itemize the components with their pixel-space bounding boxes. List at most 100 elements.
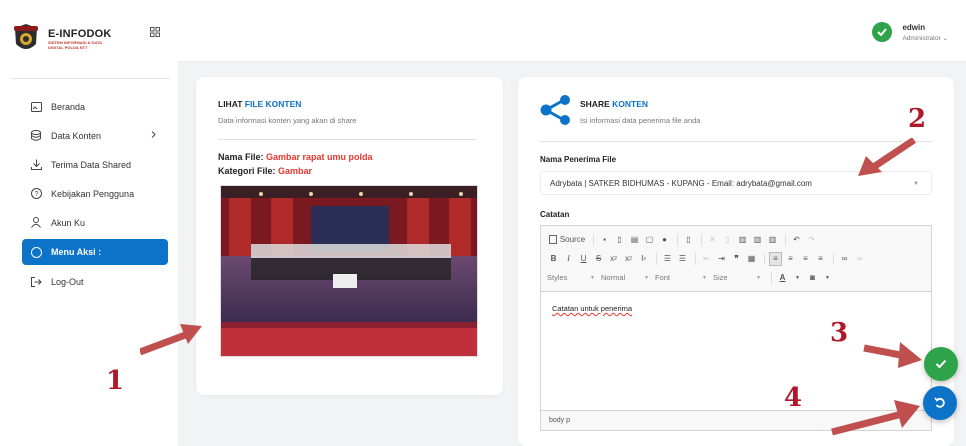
template-icon[interactable]: ▤	[628, 233, 641, 247]
underline-button[interactable]: U	[577, 252, 590, 266]
styles-dropdown[interactable]: Styles ▼	[547, 271, 595, 284]
source-button[interactable]: Source	[547, 233, 587, 247]
numbered-list-icon[interactable]: ☰	[661, 252, 674, 266]
document-icon[interactable]: ▯	[682, 233, 695, 247]
sidebar-item-label: Terima Data Shared	[51, 159, 132, 170]
outdent-icon[interactable]: ⇤	[700, 252, 713, 266]
superscript-button[interactable]: x2	[622, 252, 635, 266]
blockquote-icon[interactable]: ❞	[730, 252, 743, 266]
svg-text:?: ?	[34, 191, 38, 198]
file-preview-image	[220, 185, 478, 357]
font-dropdown[interactable]: Font ▼	[655, 271, 707, 284]
submit-check-button[interactable]	[924, 347, 958, 381]
sidebar-item-label: Log-Out	[51, 276, 84, 287]
sidebar-item-menu-aksi[interactable]: Menu Aksi :	[22, 239, 168, 265]
brand-title: E-INFODOK	[48, 28, 112, 40]
annotation-arrow-3	[863, 342, 922, 368]
sidebar-item-terima-data[interactable]: Terima Data Shared	[22, 150, 168, 179]
card-title: SHARE KONTEN	[580, 99, 649, 109]
chevron-down-icon: ▼	[913, 181, 919, 187]
sidebar-item-label: Kebijakan Pengguna	[51, 188, 135, 199]
paste-word-icon[interactable]: ▥	[766, 233, 779, 247]
sidebar-item-logout[interactable]: Log-Out	[22, 267, 168, 296]
sidebar-item-data-konten[interactable]: Data Konten	[22, 121, 168, 150]
text-color-icon[interactable]: A	[776, 271, 789, 285]
back-undo-button[interactable]	[923, 386, 957, 420]
format-dropdown[interactable]: Normal ▼	[601, 271, 649, 284]
preview-icon[interactable]: ▢	[643, 233, 656, 247]
brand[interactable]: E-INFODOK SISTEM INFORMASI & DATA DIGITA…	[12, 14, 112, 64]
annotation-3: 3	[830, 318, 849, 348]
annotation-arrow-2	[858, 138, 916, 176]
verified-check-icon	[872, 22, 893, 42]
file-category: Kategori File: Gambar	[218, 166, 313, 176]
chevron-down-icon[interactable]: ▼	[791, 271, 804, 285]
download-icon	[30, 159, 42, 171]
sidebar-item-beranda[interactable]: Beranda	[22, 92, 168, 121]
link-icon[interactable]: ∞	[838, 252, 851, 266]
annotation-arrow-4	[831, 400, 920, 436]
sidebar: E-INFODOK SISTEM INFORMASI & DATA DIGITA…	[0, 0, 178, 446]
div-icon[interactable]: ▦	[745, 252, 758, 266]
editor-toolbar: Source ▪ ▯ ▤ ▢ ● ▯ ✕ ▯ ▥ ▥ ▥ ↶ ↷ B I U S…	[541, 226, 931, 292]
card-title: LIHAT FILE KONTEN	[218, 99, 302, 109]
notes-label: Catatan	[540, 210, 570, 219]
user-role: Administrator ⌄	[902, 34, 948, 42]
paste-text-icon[interactable]: ▥	[751, 233, 764, 247]
bg-color-icon[interactable]: ◙	[806, 271, 819, 285]
sidebar-item-akun[interactable]: Akun Ku	[22, 208, 168, 237]
indent-icon[interactable]: ⇥	[715, 252, 728, 266]
align-left-icon[interactable]: ≡	[769, 251, 782, 266]
logout-icon	[30, 276, 42, 288]
divider	[218, 139, 476, 140]
recipient-label: Nama Penerima File	[540, 155, 617, 164]
undo-icon[interactable]: ↶	[790, 233, 803, 247]
sidebar-item-label: Menu Aksi :	[51, 247, 102, 257]
annotation-2: 2	[908, 104, 927, 134]
remove-format-icon[interactable]: Ix	[637, 252, 650, 266]
sidebar-item-label: Akun Ku	[51, 217, 86, 228]
align-center-icon[interactable]: ≡	[784, 252, 797, 266]
bold-button[interactable]: B	[547, 252, 560, 266]
brand-subtitle: SISTEM INFORMASI & DATA DIGITAL POLDA NT…	[48, 40, 102, 50]
new-page-icon[interactable]: ▯	[613, 233, 626, 247]
sidebar-divider	[10, 78, 170, 79]
chevron-right-icon	[151, 130, 156, 140]
redo-icon[interactable]: ↷	[805, 233, 818, 247]
italic-button[interactable]: I	[562, 252, 575, 266]
notes-text: Catatan untuk penerima	[552, 304, 633, 313]
chevron-down-icon[interactable]: ▼	[821, 271, 834, 285]
sidebar-item-kebijakan[interactable]: ? Kebijakan Pengguna	[22, 179, 168, 208]
help-icon: ?	[30, 188, 42, 200]
size-dropdown[interactable]: Size ▼	[713, 271, 761, 284]
user-name: edwin	[902, 22, 926, 32]
annotation-1: 1	[106, 366, 125, 396]
save-icon[interactable]: ▪	[598, 233, 611, 247]
recipient-value: Adrybata | SATKER BIDHUMAS - KUPANG - Em…	[550, 179, 812, 188]
strikethrough-button[interactable]: S	[592, 252, 605, 266]
database-icon	[30, 130, 42, 142]
sidebar-nav: Beranda Data Konten Terima Data Shared ?…	[22, 92, 168, 296]
police-logo	[12, 22, 40, 56]
home-icon	[30, 101, 42, 113]
view-file-card: LIHAT FILE KONTEN Data informasi konten …	[196, 77, 503, 395]
copy-icon[interactable]: ▯	[721, 233, 734, 247]
file-name: Nama File: Gambar rapat umu polda	[218, 152, 373, 162]
align-right-icon[interactable]: ≡	[799, 252, 812, 266]
info-icon	[30, 246, 42, 258]
user-menu[interactable]: edwin Administrator ⌄	[872, 22, 948, 42]
cut-icon[interactable]: ✕	[706, 233, 719, 247]
subscript-button[interactable]: x2	[607, 252, 620, 266]
unlink-icon[interactable]: ∞	[853, 252, 866, 266]
share-content-card: SHARE KONTEN Isi informasi data penerima…	[518, 77, 954, 446]
paste-icon[interactable]: ▥	[736, 233, 749, 247]
file-meta: Nama File: Gambar rapat umu polda Katego…	[218, 150, 373, 178]
print-icon[interactable]: ●	[658, 233, 671, 247]
card-subtitle: Isi informasi data penerima file anda	[580, 116, 701, 125]
bullet-list-icon[interactable]: ☰	[676, 252, 689, 266]
align-justify-icon[interactable]: ≡	[814, 252, 827, 266]
top-bar: edwin Administrator ⌄	[178, 0, 966, 62]
card-subtitle: Data informasi konten yang akan di share	[218, 116, 357, 125]
grid-menu-icon[interactable]	[150, 27, 160, 37]
annotation-4: 4	[784, 383, 803, 413]
